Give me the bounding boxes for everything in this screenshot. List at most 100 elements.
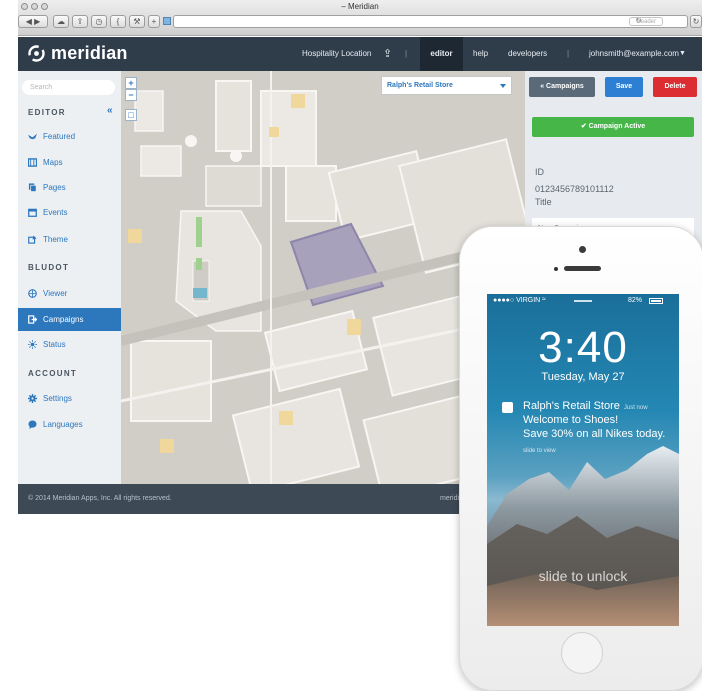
- meridian-logo-icon: [28, 45, 45, 62]
- reader-button[interactable]: Reader: [629, 17, 663, 26]
- battery-percent: 82%: [628, 297, 643, 304]
- sidebar-item-label: Featured: [43, 132, 76, 141]
- new-tab-button[interactable]: +: [148, 15, 160, 28]
- sidebar-item-campaigns[interactable]: Campaigns: [18, 308, 121, 331]
- back-forward-buttons[interactable]: ◀ ▶: [18, 15, 48, 28]
- search-input[interactable]: Search: [22, 80, 115, 95]
- store-select[interactable]: Ralph's Retail Store: [381, 76, 512, 95]
- earpiece-speaker: [564, 266, 601, 271]
- meridian-logo[interactable]: meridian: [28, 43, 128, 64]
- user-menu[interactable]: johnsmith@example.com: [589, 37, 679, 71]
- lock-screen[interactable]: ●●●●○ VIRGIN ≈ 82% 3:40 Tuesday, May 27 …: [487, 294, 679, 626]
- sidebar-item-label: Pages: [43, 183, 66, 192]
- back-icon[interactable]: ◀: [26, 17, 32, 26]
- campaign-icon: [28, 315, 37, 324]
- wifi-icon: ≈: [542, 296, 546, 303]
- nav-editor[interactable]: editor: [420, 37, 463, 71]
- delete-button[interactable]: Delete: [653, 77, 697, 97]
- extension-button[interactable]: ⚒: [129, 15, 145, 28]
- forward-icon[interactable]: ▶: [34, 17, 40, 26]
- notification-line-1: Welcome to Shoes!: [523, 414, 619, 426]
- notification-line-2: Save 30% on all Nikes today.: [523, 428, 666, 440]
- theme-icon: [28, 235, 37, 244]
- pages-icon: [28, 183, 37, 192]
- notification-title: Ralph's Retail Store Just now: [523, 400, 648, 412]
- zoom-in-button[interactable]: +: [125, 77, 137, 89]
- section-bludot: BLUDOT: [28, 263, 70, 272]
- battery-level: [651, 300, 661, 302]
- app-header: meridian Hospitality Location ⇪ | editor…: [18, 37, 702, 71]
- sidebar-item-pages[interactable]: Pages: [18, 176, 121, 199]
- history-button[interactable]: ◷: [91, 15, 107, 28]
- proximity-sensor: [554, 267, 558, 271]
- window-title: – Meridian: [341, 2, 379, 11]
- status-icon: [28, 340, 37, 349]
- campaign-active-toggle[interactable]: ✔ Campaign Active: [532, 117, 694, 137]
- lock-time: 3:40: [538, 323, 628, 372]
- sidebar-item-theme[interactable]: Theme: [18, 228, 121, 251]
- sidebar-item-label: Events: [43, 208, 68, 217]
- section-account: ACCOUNT: [28, 369, 78, 378]
- nav-separator-2: |: [567, 49, 570, 58]
- chevron-down-icon[interactable]: ▼: [679, 37, 686, 71]
- zoom-out-button[interactable]: −: [125, 89, 137, 101]
- share-button[interactable]: ⇪: [72, 15, 88, 28]
- icloud-tabs-button[interactable]: ☁: [53, 15, 69, 28]
- select-tool-icon[interactable]: □: [125, 109, 137, 121]
- map-icon: [28, 158, 37, 167]
- status-bar: ●●●●○ VIRGIN ≈ 82%: [487, 294, 679, 308]
- collapse-sidebar-icon[interactable]: «: [107, 105, 113, 116]
- address-bar[interactable]: ↻ Reader: [173, 15, 688, 28]
- save-button[interactable]: Save: [605, 77, 643, 97]
- store-select-value: Ralph's Retail Store: [387, 82, 453, 89]
- id-label: ID: [535, 167, 544, 177]
- nav-developers[interactable]: developers: [508, 37, 547, 71]
- browser-titlebar: – Meridian ◀ ▶ ☁ ⇪ ◷ { ⚒ + ↻ Reader ↻: [18, 0, 702, 36]
- globe-icon: [28, 289, 37, 298]
- speech-bubble-icon: [28, 420, 37, 429]
- sidebar-item-featured[interactable]: Featured: [18, 125, 121, 148]
- sidebar-item-label: Settings: [43, 394, 72, 403]
- sidebar-item-label: Campaigns: [43, 315, 84, 324]
- sidebar: Search EDITOR « Featured Maps Pages Even…: [18, 71, 121, 484]
- plus-icon: +: [151, 17, 157, 26]
- battery-icon: [649, 298, 663, 304]
- clock-icon: ◷: [95, 17, 103, 26]
- sidebar-item-maps[interactable]: Maps: [18, 151, 121, 174]
- share-location-icon[interactable]: ⇪: [383, 37, 392, 71]
- activity-indicator: [574, 300, 592, 302]
- iphone-device: ●●●●○ VIRGIN ≈ 82% 3:40 Tuesday, May 27 …: [459, 226, 702, 691]
- calendar-icon: [28, 208, 37, 217]
- gear-icon: [28, 394, 37, 403]
- copyright-text: © 2014 Meridian Apps, Inc. All rights re…: [28, 495, 172, 502]
- sidebar-item-languages[interactable]: Languages: [18, 413, 121, 436]
- sidebar-item-settings[interactable]: Settings: [18, 387, 121, 410]
- nav-separator: |: [405, 49, 408, 58]
- sidebar-item-label: Theme: [43, 235, 68, 244]
- id-value: 0123456789101112: [535, 184, 614, 194]
- home-button[interactable]: [561, 632, 603, 674]
- back-to-campaigns-button[interactable]: « Campaigns: [529, 77, 595, 97]
- location-name[interactable]: Hospitality Location: [302, 37, 371, 71]
- logo-text: meridian: [51, 43, 128, 63]
- lock-date: Tuesday, May 27: [541, 371, 625, 383]
- downloads-button[interactable]: ↻: [690, 15, 702, 28]
- sidebar-item-label: Status: [43, 340, 66, 349]
- cloud-icon: ☁: [57, 17, 65, 26]
- app-icon: [502, 402, 513, 413]
- site-favicon-icon: [163, 17, 171, 25]
- sidebar-item-label: Languages: [43, 420, 83, 429]
- nav-help[interactable]: help: [473, 37, 488, 71]
- front-camera: [579, 246, 586, 253]
- sidebar-item-label: Maps: [43, 158, 63, 167]
- sidebar-item-viewer[interactable]: Viewer: [18, 282, 121, 305]
- sidebar-item-status[interactable]: Status: [18, 333, 121, 356]
- chevron-down-icon: [500, 84, 506, 88]
- slide-to-unlock[interactable]: slide to unlock: [487, 568, 679, 584]
- section-editor: EDITOR: [28, 108, 66, 117]
- carrier-signal: ●●●●○ VIRGIN: [493, 297, 541, 304]
- devtools-button[interactable]: {: [110, 15, 126, 28]
- notification-slide-hint: slide to view: [523, 448, 556, 454]
- notification-time: Just now: [623, 405, 648, 411]
- sidebar-item-events[interactable]: Events: [18, 201, 121, 224]
